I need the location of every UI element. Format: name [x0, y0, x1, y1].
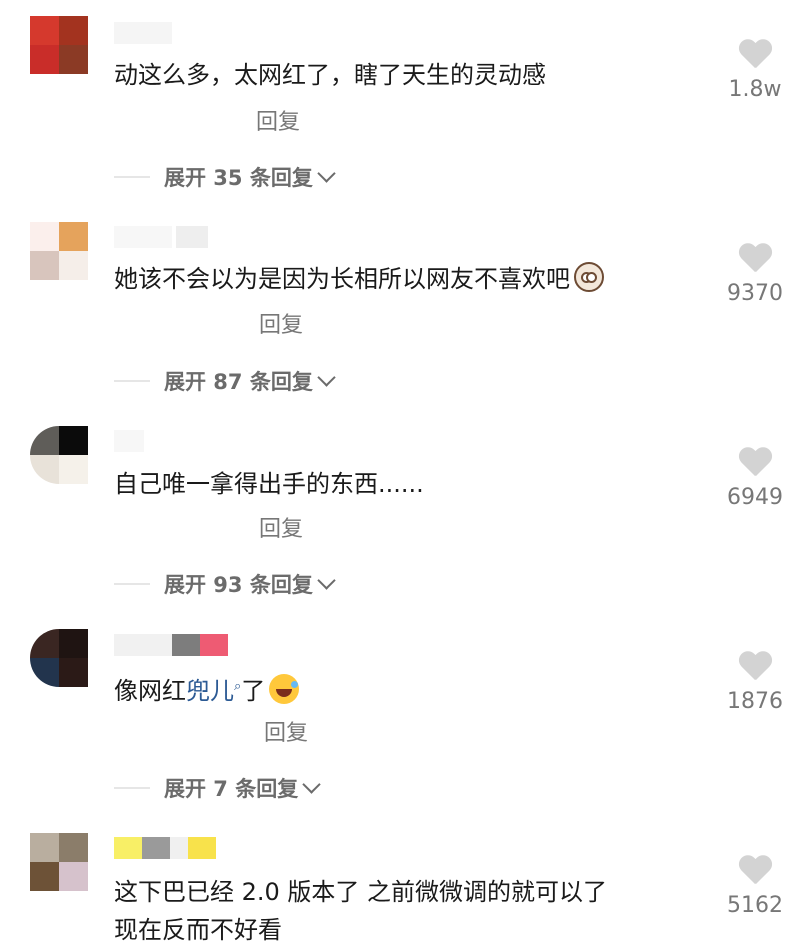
username-redacted[interactable]	[114, 634, 228, 656]
heart-icon	[738, 40, 773, 71]
search-keyword-link[interactable]: 兜儿	[186, 677, 234, 705]
comment-text-content: 她该不会以为是因为长相所以网友不喜欢吧	[114, 265, 570, 293]
username-redacted[interactable]	[114, 430, 144, 452]
heart-icon	[738, 448, 773, 479]
heart-icon	[738, 856, 773, 887]
chevron-down-icon	[317, 163, 336, 183]
like-button[interactable]: 6949	[720, 448, 790, 513]
divider-line	[114, 583, 150, 585]
like-button[interactable]: 9370	[720, 244, 790, 309]
divider-line	[114, 787, 150, 789]
username-redacted[interactable]	[114, 22, 172, 44]
reply-button[interactable]: 回复	[259, 515, 303, 545]
like-button[interactable]: 5162	[720, 856, 790, 921]
comment-text-before-link: 像网红	[114, 677, 186, 705]
divider-line	[114, 176, 150, 178]
like-count: 1.8w	[728, 77, 782, 102]
avatar[interactable]	[30, 629, 88, 687]
chevron-down-icon	[317, 367, 336, 387]
chevron-down-icon	[317, 570, 336, 590]
reply-button[interactable]: 回复	[256, 108, 300, 138]
comment-text: 动这么多，太网红了，瞎了天生的灵动感	[114, 61, 546, 89]
expand-replies-button[interactable]: 展开 7 条回复	[114, 773, 321, 803]
like-count: 6949	[727, 485, 783, 510]
comment-text: 她该不会以为是因为长相所以网友不喜欢吧	[114, 260, 694, 298]
like-count: 9370	[727, 281, 783, 306]
laughing-crying-emoji-icon	[269, 674, 300, 704]
shocked-dog-emoji-icon	[574, 262, 604, 292]
avatar[interactable]	[30, 16, 88, 74]
username-redacted[interactable]	[114, 837, 216, 859]
heart-icon	[738, 652, 773, 683]
username-redacted[interactable]	[114, 226, 208, 248]
expand-replies-label: 展开 7 条回复	[164, 777, 299, 801]
like-count: 1876	[727, 689, 783, 714]
avatar[interactable]	[30, 222, 88, 280]
chevron-down-icon	[302, 774, 321, 794]
comment-text: 自己唯一拿得出手的东西......	[114, 470, 424, 498]
like-button[interactable]: 1876	[720, 652, 790, 717]
comment-text: 这下巴已经 2.0 版本了 之前微微调的就可以了 现在反而不好看	[114, 878, 608, 944]
reply-button[interactable]: 回复	[264, 719, 308, 749]
expand-replies-button[interactable]: 展开 87 条回复	[114, 366, 336, 396]
expand-replies-button[interactable]: 展开 35 条回复	[114, 162, 336, 192]
like-count: 5162	[727, 893, 783, 918]
expand-replies-label: 展开 87 条回复	[164, 370, 313, 394]
avatar[interactable]	[30, 426, 88, 484]
expand-replies-label: 展开 93 条回复	[164, 573, 313, 597]
divider-line	[114, 380, 150, 382]
reply-button[interactable]: 回复	[259, 311, 303, 341]
comment-text: 像网红兜儿⌕了	[114, 668, 694, 710]
expand-replies-label: 展开 35 条回复	[164, 166, 313, 190]
avatar[interactable]	[30, 833, 88, 891]
expand-replies-button[interactable]: 展开 93 条回复	[114, 569, 336, 599]
comment-text-after-link: 了	[241, 677, 266, 705]
heart-icon	[738, 244, 773, 275]
like-button[interactable]: 1.8w	[720, 40, 790, 105]
